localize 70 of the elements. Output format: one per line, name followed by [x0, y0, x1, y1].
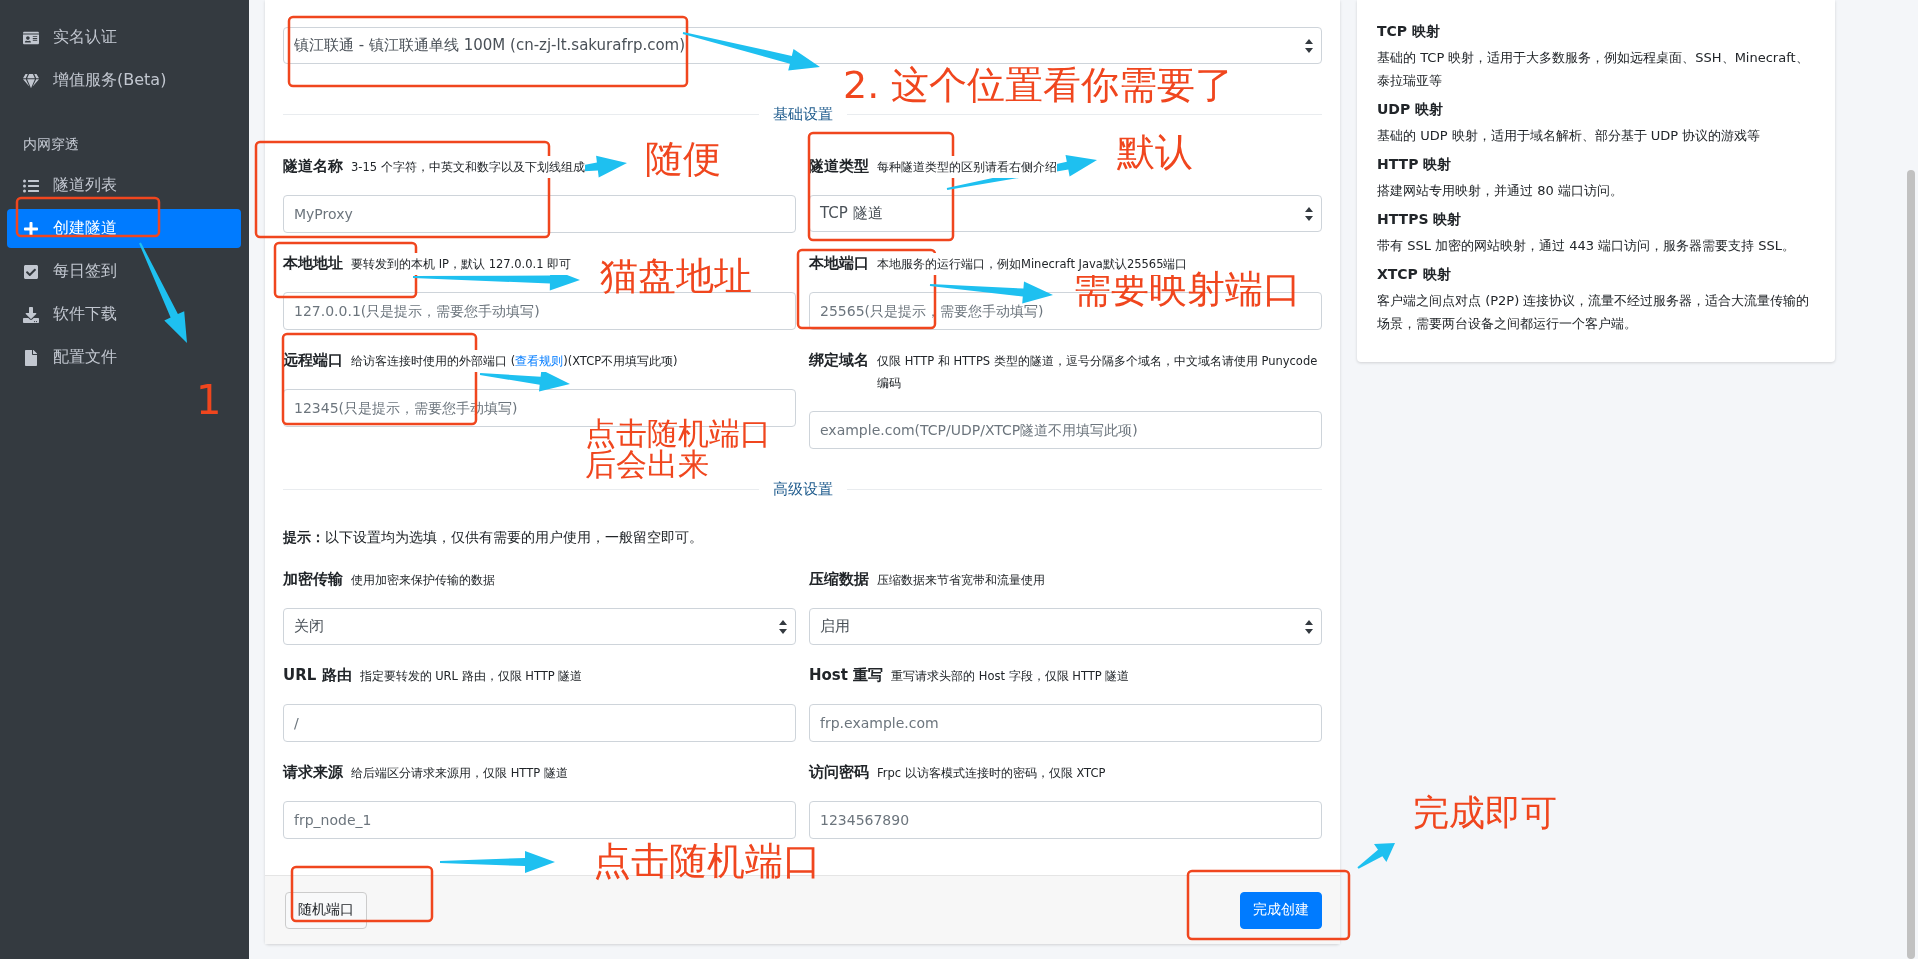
field-label: 隧道名称 — [283, 156, 343, 176]
select-field[interactable]: 关闭 — [283, 608, 796, 645]
input-field[interactable]: / — [283, 704, 796, 742]
section-title: 高级设置 — [772, 479, 833, 499]
server-select[interactable]: 镇江联通 - 镇江联通单线 100M (cn-zj-lt.sakurafrp.com) — [283, 27, 1322, 64]
gem-icon — [23, 72, 39, 89]
sidebar-item[interactable]: 每日签到 — [7, 252, 241, 291]
field-help: 3-15 个字符，中英文和数字以及下划线组成 — [351, 156, 585, 178]
info-text: 基础的 UDP 映射，适用于域名解析、部分基于 UDP 协议的游戏等 — [1377, 127, 1762, 145]
annotation-note: 2. 这个位置看你需要了 — [843, 66, 1234, 104]
input-field[interactable]: example.com(TCP/UDP/XTCP隧道不用填写此项) — [809, 411, 1322, 449]
sidebar-item[interactable]: 创建隧道 — [7, 209, 241, 248]
info-heading: TCP 映射 — [1377, 22, 1441, 41]
field-label: 加密传输 — [283, 569, 343, 589]
hint-text: 提示：以下设置均为选填，仅供有需要的用户使用，一般留空即可。 — [283, 529, 704, 547]
field-label: 绑定域名 — [809, 350, 869, 370]
scrollbar-thumb[interactable] — [1907, 170, 1915, 959]
input-field[interactable]: 1234567890 — [809, 801, 1322, 839]
field-label: 本地地址 — [283, 253, 343, 273]
section-title: 基础设置 — [772, 104, 833, 124]
field-help: 本地服务的运行端口，例如Minecraft Java默认25565端口 — [877, 253, 1188, 275]
info-text: 搭建网站专用映射，并通过 80 端口访问。 — [1377, 182, 1624, 200]
sidebar-item[interactable]: 配置文件 — [7, 338, 241, 377]
download-icon — [23, 306, 39, 323]
info-text: 带有 SSL 加密的网站映射，通过 443 端口访问，服务器需要支持 SSL。 — [1377, 237, 1796, 255]
sidebar-section-title: 内网穿透 — [22, 136, 80, 154]
file-icon — [23, 349, 39, 366]
field-help: 每种隧道类型的区别请看右侧介绍 — [877, 156, 1057, 178]
field-help: 要转发到的本机 IP，默认 127.0.0.1 即可 — [351, 253, 572, 275]
select-arrows-icon — [1305, 38, 1313, 53]
annotation-arrow — [1357, 843, 1395, 869]
id-card-icon — [23, 29, 39, 46]
select-field[interactable]: 启用 — [809, 608, 1322, 645]
info-text: 基础的 TCP 映射，适用于大多数服务，例如远程桌面、SSH、Minecraft、泰拉瑞亚等 — [1377, 49, 1810, 90]
field-label: 访问密码 — [809, 762, 869, 782]
info-heading: HTTP 映射 — [1377, 155, 1453, 174]
field-label: 远程端口 — [283, 350, 343, 370]
input-field[interactable]: frp_node_1 — [283, 801, 796, 839]
list-icon — [23, 177, 39, 194]
info-heading: UDP 映射 — [1377, 100, 1445, 119]
sidebar-item[interactable]: 软件下载 — [7, 295, 241, 334]
field-label: 压缩数据 — [809, 569, 869, 589]
select-arrows-icon — [1305, 206, 1313, 221]
field-label: 请求来源 — [283, 762, 343, 782]
select-arrows-icon — [1305, 619, 1313, 634]
rules-link[interactable]: 查看规则 — [515, 354, 564, 368]
annotation-note: 点击随机端口 — [593, 842, 821, 880]
field-label: URL 路由 — [283, 665, 352, 685]
random-port-button[interactable]: 随机端口 — [285, 891, 367, 929]
annotation-note: 1 — [196, 380, 222, 420]
sidebar-item[interactable]: 实名认证 — [7, 18, 241, 57]
plus-icon — [23, 220, 39, 237]
annotation-note: 随便 — [645, 140, 721, 178]
info-heading: XTCP 映射 — [1377, 265, 1452, 284]
sidebar-item[interactable]: 增值服务(Beta) — [7, 61, 241, 100]
field-label: 本地端口 — [809, 253, 869, 273]
input-field[interactable]: frp.example.com — [809, 704, 1322, 742]
info-heading: HTTPS 映射 — [1377, 210, 1463, 229]
sidebar-item[interactable]: 隧道列表 — [7, 166, 241, 205]
info-text: 客户端之间点对点 (P2P) 连接协议，流量不经过服务器，适合大流量传输的场景，需要两台设备之间都运行一个客户端。 — [1377, 292, 1811, 333]
select-arrows-icon — [779, 619, 787, 634]
annotation-note: 完成即可 — [1413, 795, 1557, 831]
select-field[interactable]: TCP 隧道 — [809, 195, 1322, 232]
annotation-note: 猫盘地址 — [600, 257, 752, 295]
field-label: Host 重写 — [809, 665, 884, 685]
annotation-note: 默认 — [1117, 133, 1193, 171]
field-help: 给访客连接时使用的外部端口 (查看规则)(XTCP不用填写此项) — [351, 350, 678, 372]
checkbox-icon — [23, 263, 39, 280]
input-field[interactable]: MyProxy — [283, 195, 796, 233]
submit-button[interactable]: 完成创建 — [1240, 891, 1322, 929]
